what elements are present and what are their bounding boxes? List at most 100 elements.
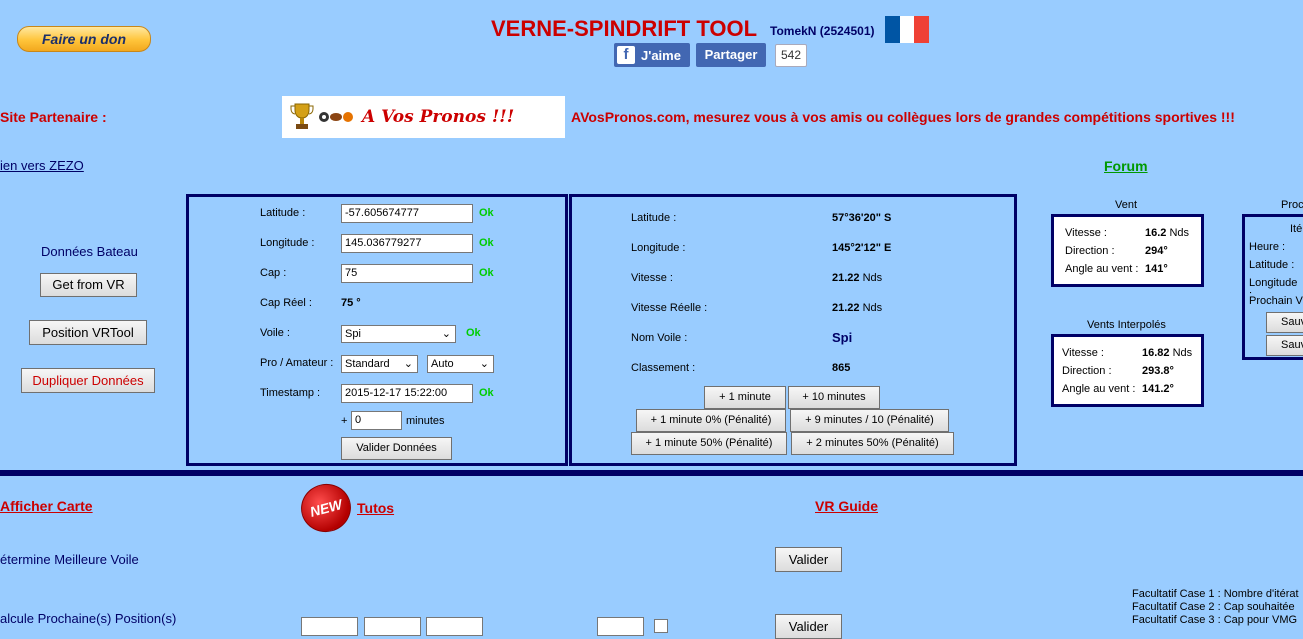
wind-speed-unit: Nds (1169, 227, 1190, 239)
plus-sign: + (341, 415, 348, 427)
optional-case-2-note: Facultatif Case 2 : Cap souhaitée (1132, 601, 1295, 613)
partner-label: Site Partenaire : (0, 109, 107, 125)
french-flag-icon[interactable] (885, 16, 930, 43)
partner-banner-text: A Vos Pronos !!! (362, 107, 515, 127)
next-hour-label: Heure : (1249, 241, 1286, 253)
validate-best-sail-button[interactable]: Valider (775, 547, 842, 572)
validate-data-button[interactable]: Valider Données (341, 437, 452, 460)
next-latitude-label: Latitude : (1249, 259, 1295, 271)
facebook-share-button[interactable]: Partager (696, 43, 766, 67)
longitude-label: Longitude : (260, 237, 315, 249)
optional-case-3-note: Facultatif Case 3 : Cap pour VMG (1132, 614, 1298, 626)
result-speed-label: Vitesse : (631, 272, 673, 284)
next-iter-label: Itér (1290, 223, 1303, 235)
result-real-speed-value: 21.22 (832, 302, 860, 314)
pro-amateur-label: Pro / Amateur : (260, 357, 334, 369)
chevron-down-icon: ⌄ (441, 328, 451, 340)
interpolated-wind-title: Vents Interpolés (1087, 319, 1166, 331)
partner-description: AVosPronos.com, mesurez vous à vos amis … (571, 109, 1235, 125)
wind-speed: 16.2 Nds (1145, 227, 1189, 239)
page-title: VERNE-SPINDRIFT TOOL (491, 16, 758, 41)
user-name: TomekN (2524501) (770, 24, 875, 38)
result-speed-value: 21.22 (832, 272, 860, 284)
cap-input[interactable]: 75 (341, 264, 473, 283)
tutorials-link[interactable]: Tutos (357, 500, 394, 516)
next-case-2-input[interactable] (364, 617, 421, 636)
latitude-input[interactable]: -57.605674777 (341, 204, 473, 223)
wind-angle-label: Angle au vent : (1065, 263, 1139, 275)
pro-amateur-select[interactable]: Standard ⌄ (341, 355, 418, 373)
best-sail-label: étermine Meilleure Voile (0, 552, 139, 567)
timestamp-input[interactable]: 2015-12-17 15:22:00 (341, 384, 473, 403)
facebook-like-button[interactable]: f J'aime (614, 43, 690, 67)
duplicate-data-button[interactable]: Dupliquer Données (21, 368, 155, 393)
result-sail-value: Spi (832, 330, 853, 345)
plus-1-minute-button[interactable]: + 1 minute (704, 386, 786, 409)
result-sail-label: Nom Voile : (631, 332, 688, 344)
facebook-icon: f (617, 46, 635, 64)
wind-speed-label: Vitesse : (1065, 227, 1107, 239)
minutes-label: minutes (406, 415, 445, 427)
donate-button[interactable]: Faire un don (17, 26, 151, 52)
vr-guide-link[interactable]: VR Guide (815, 498, 878, 514)
interp-angle-value: 141.2° (1142, 383, 1174, 395)
mode-select[interactable]: Auto ⌄ (427, 355, 494, 373)
next-case-3-input[interactable] (426, 617, 483, 636)
zezo-link[interactable]: ien vers ZEZO (0, 158, 84, 173)
minutes-input[interactable]: 0 (351, 411, 402, 430)
plus-2-minutes-50-penalty-button[interactable]: + 2 minutes 50% (Pénalité) (791, 432, 954, 455)
plus-9-minutes-penalty-button[interactable]: + 9 minutes / 10 (Pénalité) (790, 409, 949, 432)
result-real-speed-label: Vitesse Réelle : (631, 302, 708, 314)
show-map-link[interactable]: Afficher Carte (0, 498, 93, 514)
longitude-ok: Ok (479, 237, 494, 249)
partner-banner[interactable]: A Vos Pronos !!! (282, 96, 565, 138)
sail-label: Voile : (260, 327, 290, 339)
boat-data-label: Données Bateau (41, 244, 138, 259)
cap-reel-label: Cap Réel : (260, 297, 312, 309)
result-longitude-label: Longitude : (631, 242, 686, 254)
plus-10-minutes-button[interactable]: + 10 minutes (788, 386, 880, 409)
plus-1-minute-0-penalty-button[interactable]: + 1 minute 0% (Pénalité) (636, 409, 786, 432)
result-rank-value: 865 (832, 362, 851, 374)
new-badge-icon: NEW (295, 478, 357, 538)
timestamp-ok: Ok (479, 387, 494, 399)
next-checkbox[interactable] (654, 619, 668, 633)
optional-case-1-note: Facultatif Case 1 : Nombre d'itérat (1132, 588, 1299, 600)
result-latitude-value: 57°36'20" S (832, 212, 892, 224)
sail-ok: Ok (466, 327, 481, 339)
wind-angle-value: 141° (1145, 263, 1168, 275)
wind-title: Vent (1115, 199, 1138, 211)
forum-link[interactable]: Forum (1104, 158, 1148, 174)
save-button-2[interactable]: Sauv (1266, 335, 1303, 356)
result-rank-label: Classement : (631, 362, 696, 374)
section-divider (0, 470, 1303, 476)
calc-next-positions-label: alcule Prochaine(s) Position(s) (0, 611, 177, 626)
longitude-input[interactable]: 145.036779277 (341, 234, 473, 253)
interp-direction-label: Direction : (1062, 365, 1112, 377)
result-longitude-value: 145°2'12" E (832, 242, 892, 254)
sail-select[interactable]: Spi ⌄ (341, 325, 456, 343)
interp-direction-value: 293.8° (1142, 365, 1174, 377)
next-select-input[interactable] (597, 617, 644, 636)
latitude-ok: Ok (479, 207, 494, 219)
interp-angle-label: Angle au vent : (1062, 383, 1136, 395)
cap-ok: Ok (479, 267, 494, 279)
save-button-1[interactable]: Sauv (1266, 312, 1303, 333)
sail-select-value: Spi (345, 328, 361, 340)
facebook-like-label: J'aime (641, 47, 681, 63)
mode-select-value: Auto (431, 358, 454, 370)
validate-next-positions-button[interactable]: Valider (775, 614, 842, 639)
interp-speed-unit: Nds (1172, 347, 1193, 359)
get-from-vr-button[interactable]: Get from VR (40, 273, 137, 297)
sports-balls-icon (318, 109, 358, 125)
result-speed: 21.22 Nds (832, 272, 882, 284)
result-latitude-label: Latitude : (631, 212, 677, 224)
pro-amateur-value: Standard (345, 358, 390, 370)
trophy-icon (290, 103, 314, 129)
timestamp-label: Timestamp : (260, 387, 321, 399)
plus-1-minute-50-penalty-button[interactable]: + 1 minute 50% (Pénalité) (631, 432, 787, 455)
next-case-1-input[interactable] (301, 617, 358, 636)
position-vrtool-button[interactable]: Position VRTool (29, 320, 147, 345)
cap-reel-value: 75 ° (341, 297, 361, 309)
interp-speed-value: 16.82 (1142, 347, 1170, 359)
